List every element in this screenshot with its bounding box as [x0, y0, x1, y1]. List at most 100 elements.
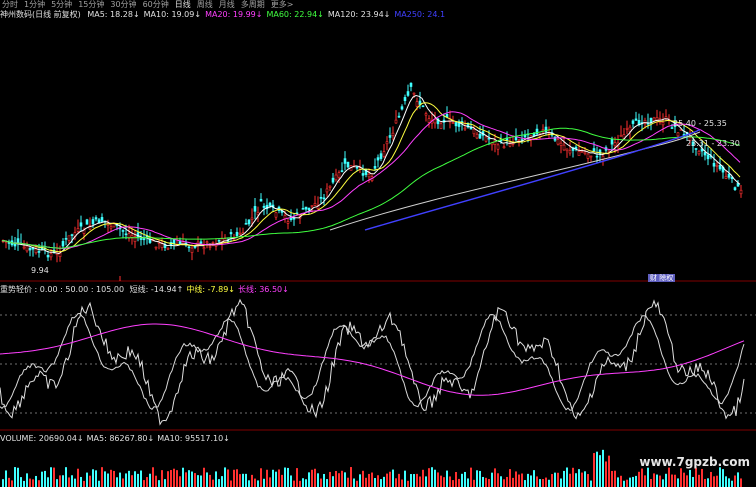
volume-bar	[56, 479, 58, 487]
volume-bar	[557, 472, 559, 487]
candle-body	[187, 246, 191, 249]
volume-bar	[278, 469, 280, 487]
candle-body	[439, 123, 443, 129]
volume-bar	[50, 467, 52, 487]
volume-bar	[8, 477, 10, 487]
volume-bar	[434, 469, 436, 487]
volume-bar	[491, 472, 493, 487]
volume-bar	[461, 473, 463, 487]
candle-body	[76, 228, 80, 232]
candle-body	[583, 151, 587, 155]
candle-body	[274, 212, 278, 218]
volume-bar	[302, 478, 304, 487]
volume-bar	[665, 473, 667, 487]
volume-bar	[68, 477, 70, 487]
volume-bar	[95, 470, 97, 487]
volume-bar	[125, 473, 127, 487]
volume-bar	[413, 474, 415, 487]
candle-body	[307, 207, 311, 211]
candle-body	[496, 144, 500, 150]
volume-bar	[575, 473, 577, 487]
volume-bar	[341, 470, 343, 487]
candle-body	[589, 155, 593, 158]
volume-bar	[380, 479, 382, 487]
candle-body	[301, 208, 305, 210]
indicator-legend-item-2: 长线: 36.50↓	[237, 285, 289, 294]
indicator-legend-item-1: 中线: -7.89↓	[186, 285, 235, 294]
candle-body	[421, 105, 425, 108]
kline-chart[interactable]	[0, 0, 756, 487]
volume-bar	[353, 478, 355, 487]
candle-body	[517, 139, 521, 142]
volume-bar	[107, 473, 109, 487]
volume-bar	[722, 469, 724, 487]
volume-bar	[20, 477, 22, 487]
volume-bar	[497, 473, 499, 487]
volume-bar	[296, 468, 298, 487]
volume-bar	[332, 476, 334, 487]
volume-bar	[17, 467, 19, 487]
volume-bar	[317, 473, 319, 487]
volume-bar	[188, 470, 190, 487]
volume-bar	[728, 478, 730, 487]
candle-body	[70, 234, 74, 236]
candle-body	[49, 253, 53, 258]
volume-bar	[698, 474, 700, 487]
candle-body	[724, 176, 728, 179]
candle-body	[322, 197, 326, 200]
candle-body	[208, 246, 212, 248]
volume-bar	[260, 468, 262, 487]
volume-bar	[383, 476, 385, 487]
volume-bar	[425, 476, 427, 487]
volume-bar	[305, 479, 307, 487]
candle-body	[703, 152, 707, 156]
volume-bar	[155, 475, 157, 487]
volume-bar	[326, 479, 328, 487]
volume-bar	[338, 473, 340, 487]
volume-bar	[203, 467, 205, 487]
volume-bar	[653, 473, 655, 487]
ex-rights-badge[interactable]: 财 除权	[648, 274, 676, 282]
volume-bar	[77, 468, 79, 487]
volume-bar	[548, 479, 550, 487]
candle-body	[217, 239, 221, 242]
candle-body	[556, 139, 560, 145]
volume-bar	[695, 467, 697, 487]
volume-bar	[209, 474, 211, 487]
volume-bar	[212, 479, 214, 487]
volume-bar	[419, 476, 421, 487]
volume-bar	[371, 472, 373, 487]
candle-body	[166, 247, 170, 250]
candle-body	[424, 113, 428, 116]
volume-bar	[29, 478, 31, 487]
candle-body	[319, 196, 323, 199]
candle-body	[229, 232, 233, 235]
volume-bar	[251, 474, 253, 487]
candle-body	[250, 217, 254, 220]
candle-body	[655, 117, 659, 121]
candle-body	[235, 231, 239, 237]
volume-bar	[446, 470, 448, 487]
candle-body	[382, 151, 386, 157]
volume-bar	[173, 468, 175, 487]
volume-bar	[158, 480, 160, 487]
candle-body	[397, 115, 401, 118]
ma250-line	[364, 129, 701, 231]
candle-body	[121, 230, 125, 232]
volume-bar	[323, 473, 325, 487]
candle-body	[409, 82, 413, 87]
volume-bar	[347, 477, 349, 487]
candle-body	[142, 238, 146, 241]
volume-bar	[617, 477, 619, 487]
volume-bar	[560, 478, 562, 487]
volume-bar	[86, 472, 88, 487]
volume-bar	[218, 479, 220, 487]
candle-body	[16, 238, 20, 244]
volume-bar	[479, 470, 481, 487]
volume-bar	[161, 470, 163, 487]
candle-body	[463, 127, 467, 130]
volume-bar	[521, 473, 523, 487]
candle-body	[694, 148, 698, 150]
volume-bar	[401, 479, 403, 487]
candle-body	[712, 162, 716, 167]
